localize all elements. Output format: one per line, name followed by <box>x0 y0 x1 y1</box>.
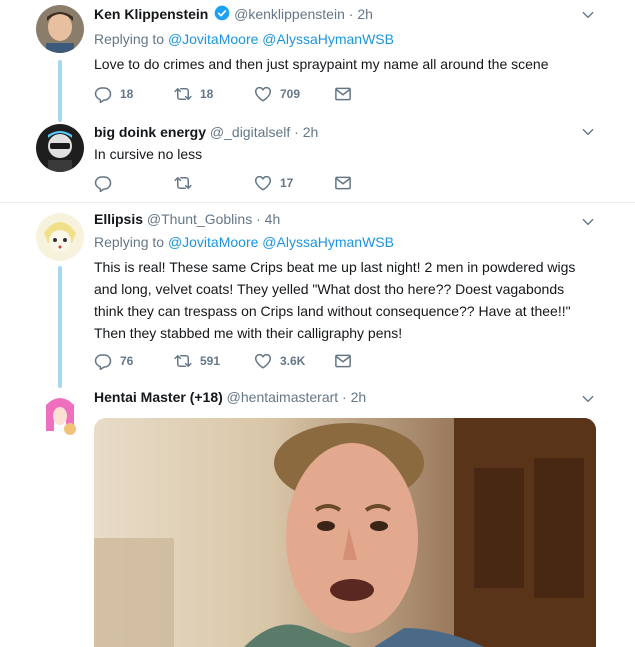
reply-mention[interactable]: @AlyssaHymanWSB <box>262 31 394 47</box>
separator-dot: · <box>294 124 299 140</box>
chevron-down-icon[interactable] <box>581 392 595 406</box>
user-handle[interactable]: @kenklippenstein <box>234 6 345 22</box>
like-count: 17 <box>280 176 294 190</box>
message-icon <box>334 85 352 103</box>
replying-to: Replying to @JovitaMoore @AlyssaHymanWSB <box>94 30 595 48</box>
tweet-text: In cursive no less <box>94 146 203 162</box>
timestamp[interactable]: 2h <box>357 6 373 22</box>
reply-icon <box>94 174 112 192</box>
retweet-count: 18 <box>200 87 214 101</box>
tweet-header: Ellipsis @Thunt_Goblins · 4h <box>94 210 595 228</box>
avatar[interactable] <box>36 5 84 53</box>
reply-count: 18 <box>120 87 134 101</box>
retweet-count: 591 <box>200 354 221 368</box>
chevron-down-icon[interactable] <box>581 215 595 229</box>
chevron-down-icon[interactable] <box>581 125 595 139</box>
timestamp[interactable]: 4h <box>265 211 281 227</box>
like-icon <box>254 352 272 370</box>
reply-icon <box>94 85 112 103</box>
separator-dot: · <box>342 389 347 405</box>
user-handle[interactable]: @hentaimasterart <box>227 389 338 405</box>
like-button[interactable]: 3.6K <box>254 352 334 370</box>
display-name[interactable]: big doink energy <box>94 124 206 140</box>
thread-line <box>58 266 62 388</box>
reply-mention[interactable]: @JovitaMoore <box>168 234 258 250</box>
tweet-ellipsis[interactable]: Ellipsis @Thunt_Goblins · 4h Replying to… <box>0 210 635 388</box>
reply-button[interactable]: 76 <box>94 352 174 370</box>
message-icon <box>334 352 352 370</box>
like-count: 3.6K <box>280 354 306 368</box>
retweet-button[interactable] <box>174 174 254 192</box>
display-name[interactable]: Ken Klippenstein <box>94 6 208 22</box>
message-button[interactable] <box>334 85 414 103</box>
like-count: 709 <box>280 87 301 101</box>
avatar[interactable] <box>36 124 84 172</box>
reply-button[interactable]: 18 <box>94 85 174 103</box>
tweet-media-image[interactable] <box>94 418 596 647</box>
like-button[interactable]: 709 <box>254 85 334 103</box>
verified-badge-icon <box>214 5 230 25</box>
reply-mention[interactable]: @AlyssaHymanWSB <box>262 234 394 250</box>
retweet-icon <box>174 174 192 192</box>
divider <box>0 202 635 203</box>
tweet-ken-klippenstein[interactable]: Ken Klippenstein @kenklippenstein · 2h R… <box>0 0 635 122</box>
tweet-header: Hentai Master (+18) @hentaimasterart · 2… <box>94 388 595 406</box>
timestamp[interactable]: 2h <box>351 389 367 405</box>
like-icon <box>254 85 272 103</box>
display-name[interactable]: Ellipsis <box>94 211 143 227</box>
replying-label: Replying to <box>94 31 165 47</box>
retweet-icon <box>174 85 192 103</box>
message-button[interactable] <box>334 174 414 192</box>
thread-line <box>58 60 62 122</box>
retweet-button[interactable]: 591 <box>174 352 254 370</box>
separator-dot: · <box>348 6 354 22</box>
replying-to: Replying to @JovitaMoore @AlyssaHymanWSB <box>94 233 595 251</box>
chevron-down-icon[interactable] <box>581 8 595 22</box>
reply-icon <box>94 352 112 370</box>
message-button[interactable] <box>334 352 414 370</box>
reply-mention[interactable]: @JovitaMoore <box>168 31 258 47</box>
tweet-header: big doink energy @_digitalself · 2h <box>94 123 595 141</box>
timestamp[interactable]: 2h <box>303 124 319 140</box>
avatar[interactable] <box>36 391 84 439</box>
like-button[interactable]: 17 <box>254 174 334 192</box>
tweet-header: Ken Klippenstein @kenklippenstein · 2h <box>94 5 595 25</box>
like-icon <box>254 174 272 192</box>
display-name[interactable]: Hentai Master (+18) <box>94 389 223 405</box>
message-icon <box>334 174 352 192</box>
retweet-icon <box>174 352 192 370</box>
replying-label: Replying to <box>94 234 165 250</box>
tweet-text: This is real! These same Crips beat me u… <box>94 259 576 341</box>
separator-dot: · <box>256 211 261 227</box>
reply-count: 76 <box>120 354 134 368</box>
tweet-text: Love to do crimes and then just spraypai… <box>94 56 549 72</box>
retweet-button[interactable]: 18 <box>174 85 254 103</box>
avatar[interactable] <box>36 213 84 261</box>
tweet-big-doink-energy[interactable]: big doink energy @_digitalself · 2h In c… <box>0 118 635 202</box>
user-handle[interactable]: @_digitalself <box>210 124 290 140</box>
user-handle[interactable]: @Thunt_Goblins <box>147 211 252 227</box>
reply-button[interactable] <box>94 174 174 192</box>
